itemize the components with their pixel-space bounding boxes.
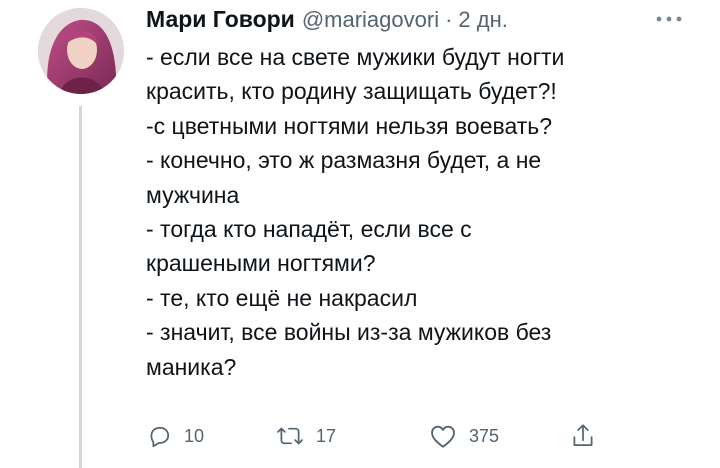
timestamp[interactable]: 2 дн. [458,7,507,33]
tweet-text-line: крашеными ногтями? [146,250,376,277]
reply-count: 10 [184,425,205,446]
tweet-text-line: - если все на свете мужики будут ногти [146,44,565,70]
tweet-text-line: - конечно, это ж размазня будет, а не [146,147,542,174]
retweet-button[interactable]: 17 [276,420,336,452]
reply-button[interactable]: 10 [146,420,204,452]
retweet-icon [277,427,303,445]
tweet-text-line: маника? [146,353,237,380]
separator-dot: · [445,7,453,32]
tweet: Мари Говори @mariagovori · 2 дн. - если … [0,0,720,468]
action-bar: 10 17 375 [146,420,666,452]
tweet-text-line: мужчина [146,181,240,208]
tweet-text-line: красить, кто родину защищать будет?! [146,78,557,105]
tweet-text-line: -с цветными ногтями нельзя воевать? [146,112,553,139]
like-button[interactable]: 375 [429,420,499,452]
like-count: 375 [469,425,500,446]
share-button[interactable] [570,420,596,452]
reply-icon [150,427,170,448]
avatar-image [38,8,124,94]
thread-line [79,106,82,468]
tweet-text: - если все на свете мужики будут ногти к… [146,40,706,384]
like-icon [431,425,455,448]
display-name[interactable]: Мари Говори [146,6,295,33]
tweet-text-line: - те, кто ещё не накрасил [146,284,418,311]
user-handle[interactable]: @mariagovori [302,7,439,33]
tweet-header: Мари Говори @mariagovori · 2 дн. [146,6,508,36]
avatar[interactable] [38,8,124,94]
share-icon [573,424,593,447]
retweet-count: 17 [316,425,337,446]
more-options-icon[interactable] [654,12,684,26]
tweet-text-line: - значит, все войны из-за мужиков без [146,319,552,346]
tweet-text-line: - тогда кто нападёт, если все с [146,216,472,243]
